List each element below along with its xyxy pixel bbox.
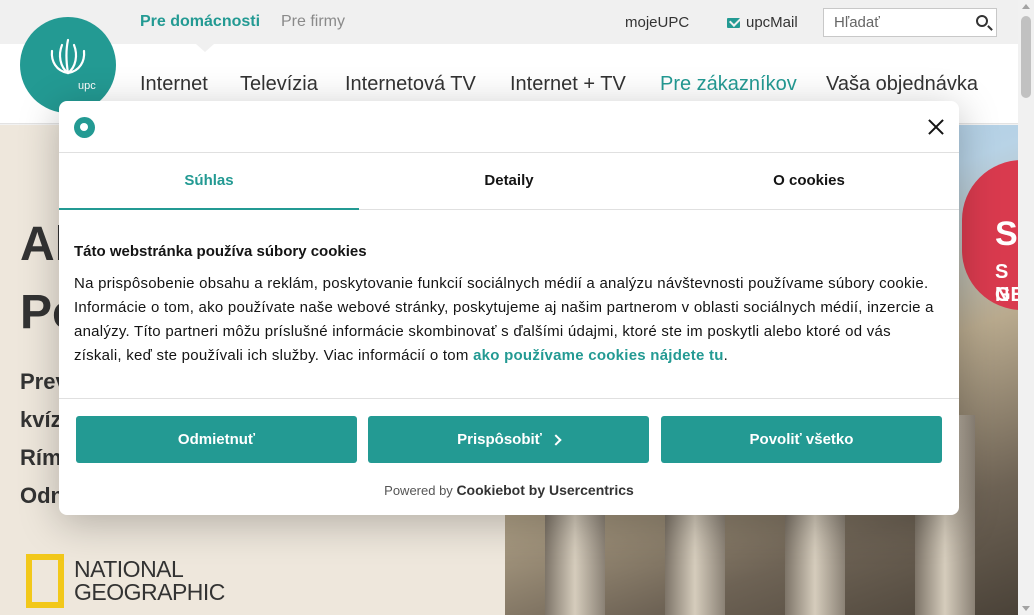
logo-text: upc	[78, 80, 96, 92]
nav-item-internet-tv[interactable]: Internet + TV	[510, 73, 626, 96]
customize-label: Prispôsobiť	[457, 431, 542, 448]
dialog-divider	[59, 398, 959, 399]
powered-by[interactable]: Powered by Cookiebot by Usercentrics	[59, 482, 959, 498]
cookies-info-link[interactable]: ako používame cookies nájdete tu	[473, 347, 724, 364]
search-input[interactable]	[824, 9, 964, 36]
segment-business[interactable]: Pre firmy	[281, 13, 345, 31]
search-icon[interactable]	[976, 15, 988, 27]
nav-item-internet[interactable]: Internet	[140, 73, 208, 96]
nav-item-televizia[interactable]: Televízia	[240, 73, 318, 96]
search-box[interactable]	[823, 8, 997, 37]
customize-button[interactable]: Prispôsobiť	[368, 416, 649, 463]
national-geographic-logo-frame	[26, 554, 64, 608]
brand-icon	[74, 117, 95, 138]
allow-all-button[interactable]: Povoliť všetko	[661, 416, 942, 463]
chevron-right-icon	[550, 433, 562, 446]
dialog-header	[59, 101, 959, 153]
top-bar: Pre domácnosti Pre firmy mojeUPC upcMail	[0, 0, 1018, 44]
reject-label: Odmietnuť	[177, 431, 256, 448]
nav-item-vasa-objednavka[interactable]: Vaša objednávka	[826, 73, 978, 96]
scroll-up-icon[interactable]	[1022, 4, 1030, 9]
badge-line: GE	[995, 284, 1018, 306]
dialog-title: Táto webstránka používa súbory cookies	[74, 243, 367, 260]
upc-mail-link[interactable]: upcMail	[727, 14, 798, 31]
reject-button[interactable]: Odmietnuť	[76, 416, 357, 463]
scroll-thumb[interactable]	[1021, 16, 1031, 98]
page-scrollbar[interactable]	[1018, 0, 1034, 615]
segment-indicator	[196, 44, 214, 52]
nav-item-internetova-tv[interactable]: Internetová TV	[345, 73, 476, 96]
allow-all-label: Povoliť všetko	[749, 431, 854, 448]
upc-lotus-icon	[50, 38, 86, 75]
cookie-consent-dialog: Súhlas Detaily O cookies Táto webstránka…	[59, 101, 959, 515]
ng-logo-line2: GEOGRAPHIC	[74, 579, 225, 605]
mail-icon	[727, 17, 740, 28]
dialog-text: Na prispôsobenie obsahu a reklám, poskyt…	[74, 272, 934, 368]
tab-detaily[interactable]: Detaily	[359, 154, 659, 209]
close-icon[interactable]	[925, 116, 947, 138]
nav-item-pre-zakaznikov[interactable]: Pre zákazníkov	[660, 73, 797, 96]
segment-home[interactable]: Pre domácnosti	[140, 13, 260, 31]
powered-prefix: Powered by	[384, 483, 453, 498]
tab-suhlas[interactable]: Súhlas	[59, 154, 359, 210]
upc-logo[interactable]: upc	[20, 17, 116, 113]
powered-brand: Cookiebot by Usercentrics	[456, 482, 634, 498]
hero-sub-line: Rím	[20, 445, 62, 470]
moje-upc-link[interactable]: mojeUPC	[625, 14, 689, 31]
dialog-tabs: Súhlas Detaily O cookies	[59, 154, 959, 210]
hero-sub-line: Odn	[20, 483, 64, 508]
dialog-text-end: .	[723, 347, 729, 364]
badge-line: S	[995, 215, 1018, 253]
upc-mail-label: upcMail	[746, 14, 798, 31]
scroll-down-icon[interactable]	[1022, 606, 1030, 611]
tab-o-cookies[interactable]: O cookies	[659, 154, 959, 209]
hero-sub-line: kvíz	[20, 407, 62, 432]
